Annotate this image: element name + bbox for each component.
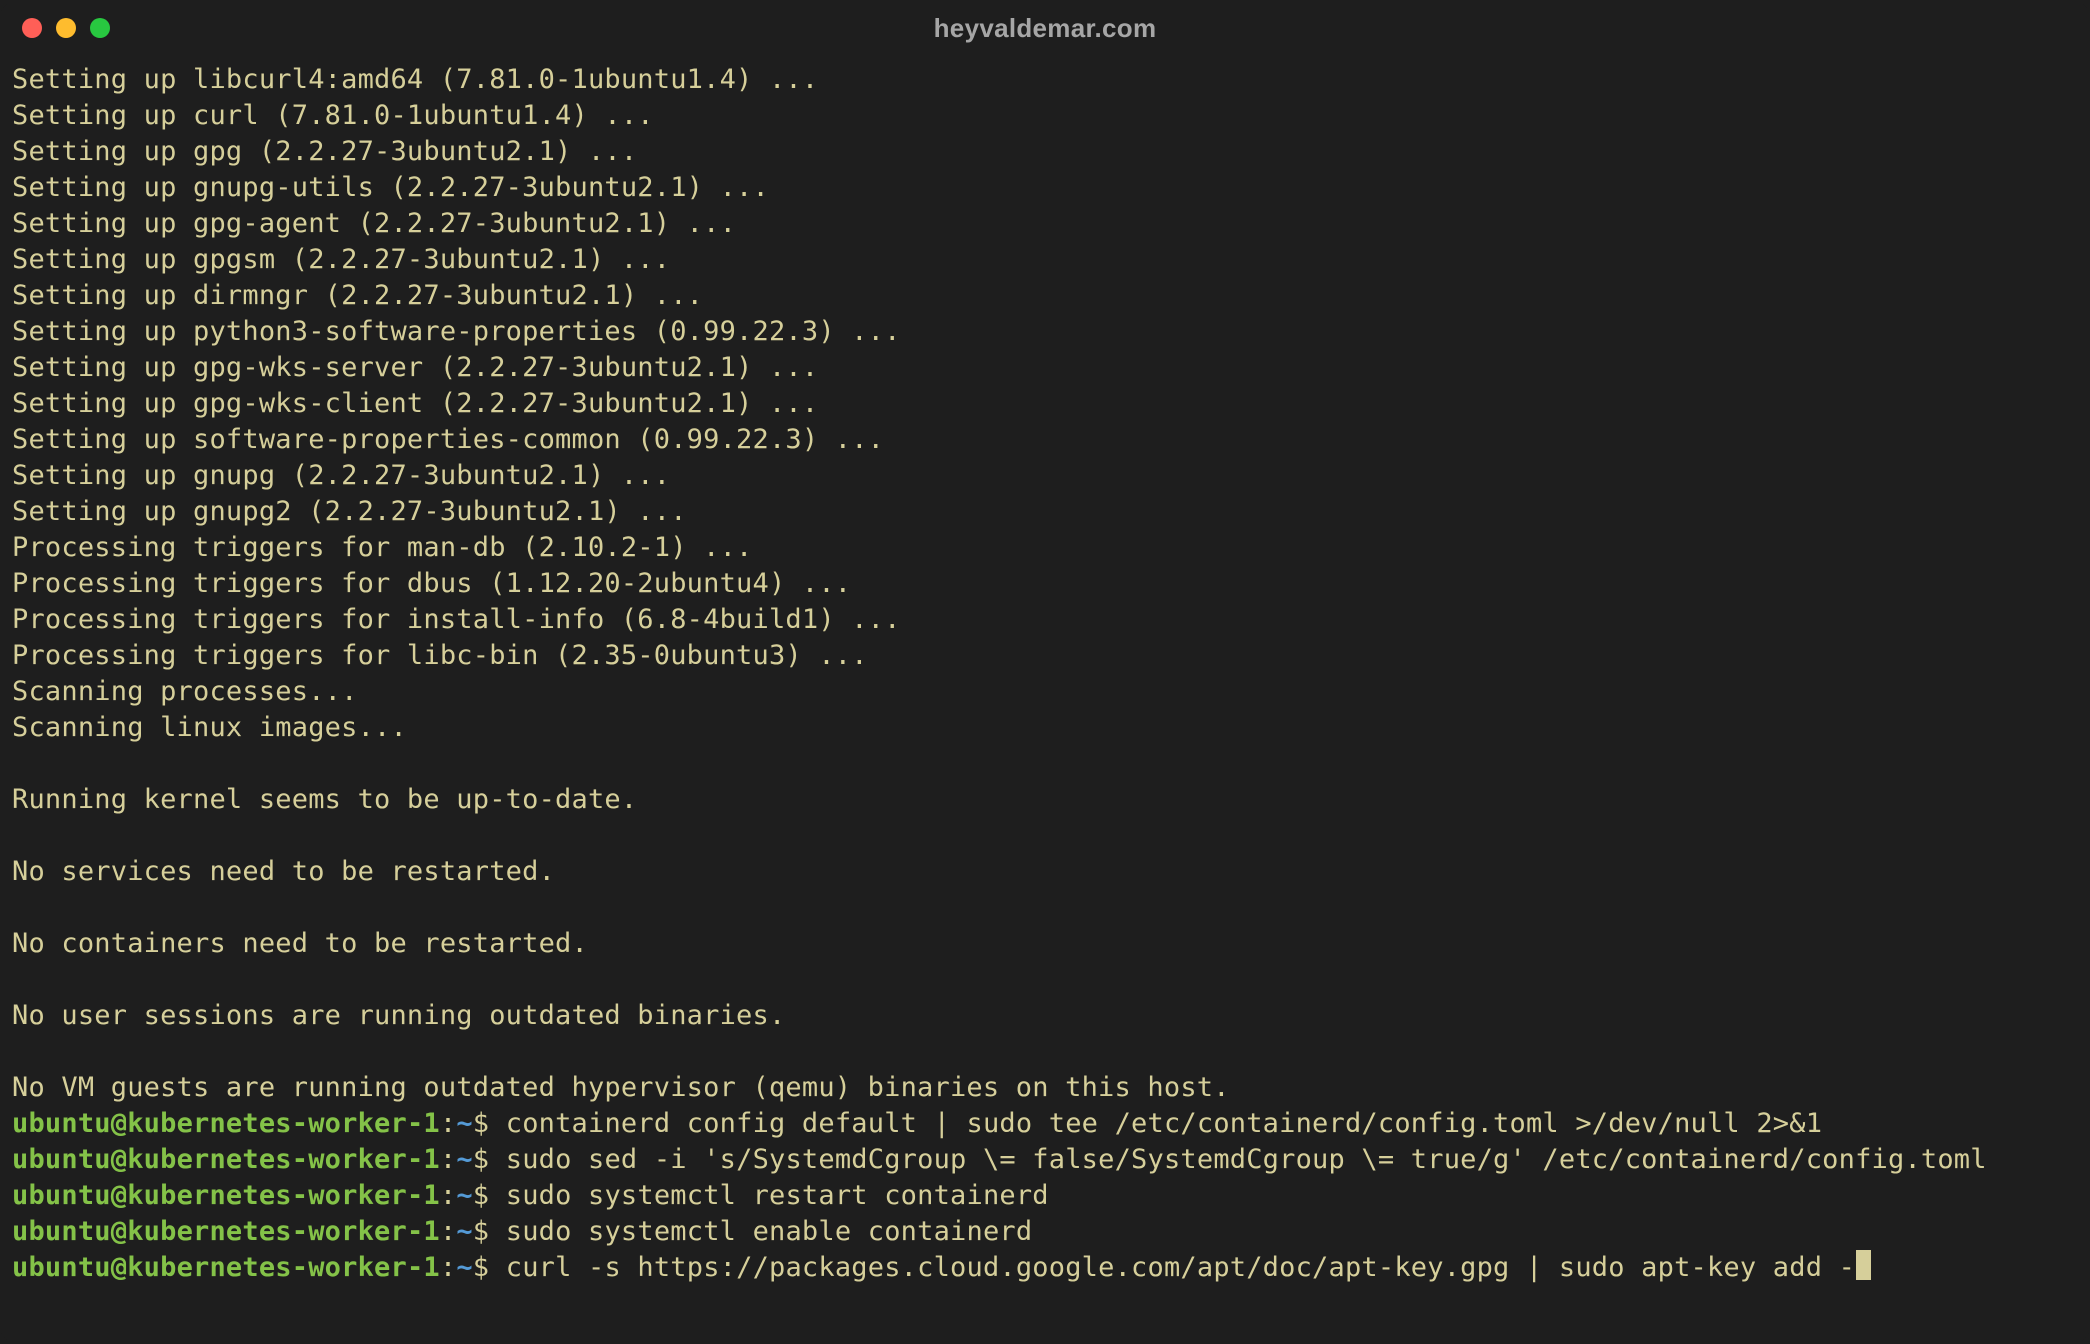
prompt-colon: : [440, 1180, 456, 1211]
prompt-at: @ [111, 1144, 127, 1175]
output-line: Setting up gpg-wks-client (2.2.27-3ubunt… [12, 386, 2078, 422]
terminal-window: heyvaldemar.com Setting up libcurl4:amd6… [0, 0, 2090, 1344]
output-line: Setting up python3-software-properties (… [12, 314, 2078, 350]
output-line: Processing triggers for install-info (6.… [12, 602, 2078, 638]
prompt-cwd: ~ [456, 1144, 472, 1175]
output-line: No user sessions are running outdated bi… [12, 998, 2078, 1034]
command-text: containerd config default | sudo tee /et… [506, 1108, 1822, 1139]
output-line: Running kernel seems to be up-to-date. [12, 782, 2078, 818]
prompt-at: @ [111, 1180, 127, 1211]
command-text: curl -s https://packages.cloud.google.co… [506, 1252, 1855, 1283]
prompt-user: ubuntu [12, 1252, 111, 1283]
close-icon[interactable] [22, 18, 42, 38]
prompt-cwd: ~ [456, 1216, 472, 1247]
output-line [12, 962, 2078, 998]
minimize-icon[interactable] [56, 18, 76, 38]
output-line: Scanning linux images... [12, 710, 2078, 746]
prompt-line: ubuntu@kubernetes-worker-1:~$ sudo syste… [12, 1178, 2078, 1214]
output-line: Setting up gpg-agent (2.2.27-3ubuntu2.1)… [12, 206, 2078, 242]
prompt-host: kubernetes-worker-1 [127, 1144, 440, 1175]
prompt-at: @ [111, 1252, 127, 1283]
output-line: Setting up software-properties-common (0… [12, 422, 2078, 458]
prompt-line: ubuntu@kubernetes-worker-1:~$ sudo syste… [12, 1214, 2078, 1250]
prompt-colon: : [440, 1144, 456, 1175]
command-text: sudo systemctl restart containerd [506, 1180, 1049, 1211]
output-line: Setting up gpg-wks-server (2.2.27-3ubunt… [12, 350, 2078, 386]
output-line: Setting up gpgsm (2.2.27-3ubuntu2.1) ... [12, 242, 2078, 278]
prompt-cwd: ~ [456, 1252, 472, 1283]
output-line [12, 818, 2078, 854]
prompt-at: @ [111, 1108, 127, 1139]
prompt-host: kubernetes-worker-1 [127, 1108, 440, 1139]
output-line: Setting up dirmngr (2.2.27-3ubuntu2.1) .… [12, 278, 2078, 314]
prompt-host: kubernetes-worker-1 [127, 1216, 440, 1247]
output-line: Scanning processes... [12, 674, 2078, 710]
output-line: Setting up gnupg-utils (2.2.27-3ubuntu2.… [12, 170, 2078, 206]
output-line [12, 746, 2078, 782]
window-title: heyvaldemar.com [0, 10, 2090, 46]
prompt-dollar: $ [473, 1216, 489, 1247]
terminal-output[interactable]: Setting up libcurl4:amd64 (7.81.0-1ubunt… [0, 56, 2090, 1286]
prompt-host: kubernetes-worker-1 [127, 1180, 440, 1211]
prompt-colon: : [440, 1216, 456, 1247]
titlebar: heyvaldemar.com [0, 0, 2090, 56]
output-line: Setting up gpg (2.2.27-3ubuntu2.1) ... [12, 134, 2078, 170]
prompt-colon: : [440, 1252, 456, 1283]
prompt-user: ubuntu [12, 1108, 111, 1139]
prompt-line: ubuntu@kubernetes-worker-1:~$ curl -s ht… [12, 1250, 2078, 1286]
command-text: sudo sed -i 's/SystemdCgroup \= false/Sy… [506, 1144, 1987, 1175]
output-line: Processing triggers for dbus (1.12.20-2u… [12, 566, 2078, 602]
output-line: No containers need to be restarted. [12, 926, 2078, 962]
prompt-user: ubuntu [12, 1180, 111, 1211]
output-line: Processing triggers for libc-bin (2.35-0… [12, 638, 2078, 674]
zoom-icon[interactable] [90, 18, 110, 38]
output-line: No VM guests are running outdated hyperv… [12, 1070, 2078, 1106]
prompt-line: ubuntu@kubernetes-worker-1:~$ containerd… [12, 1106, 2078, 1142]
prompt-dollar: $ [473, 1252, 489, 1283]
output-line [12, 890, 2078, 926]
prompt-dollar: $ [473, 1180, 489, 1211]
output-line: Processing triggers for man-db (2.10.2-1… [12, 530, 2078, 566]
prompt-at: @ [111, 1216, 127, 1247]
prompt-host: kubernetes-worker-1 [127, 1252, 440, 1283]
output-line: Setting up libcurl4:amd64 (7.81.0-1ubunt… [12, 62, 2078, 98]
traffic-lights [22, 18, 110, 38]
command-text: sudo systemctl enable containerd [506, 1216, 1033, 1247]
output-line: Setting up curl (7.81.0-1ubuntu1.4) ... [12, 98, 2078, 134]
output-line [12, 1034, 2078, 1070]
output-line: No services need to be restarted. [12, 854, 2078, 890]
output-line: Setting up gnupg (2.2.27-3ubuntu2.1) ... [12, 458, 2078, 494]
prompt-line: ubuntu@kubernetes-worker-1:~$ sudo sed -… [12, 1142, 2078, 1178]
prompt-dollar: $ [473, 1144, 489, 1175]
prompt-dollar: $ [473, 1108, 489, 1139]
prompt-user: ubuntu [12, 1216, 111, 1247]
output-line: Setting up gnupg2 (2.2.27-3ubuntu2.1) ..… [12, 494, 2078, 530]
prompt-cwd: ~ [456, 1180, 472, 1211]
prompt-colon: : [440, 1108, 456, 1139]
cursor-icon [1856, 1250, 1871, 1280]
prompt-user: ubuntu [12, 1144, 111, 1175]
prompt-cwd: ~ [456, 1108, 472, 1139]
